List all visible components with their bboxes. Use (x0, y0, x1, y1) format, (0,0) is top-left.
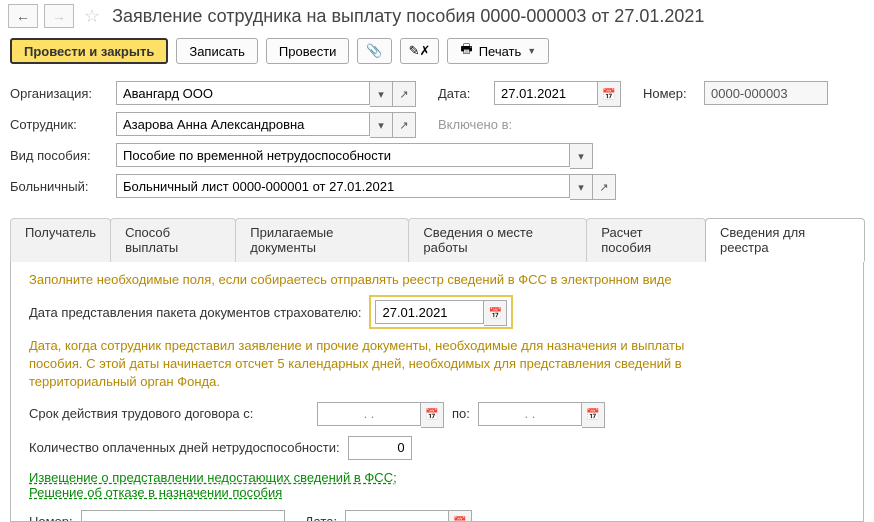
paid-days-input[interactable] (348, 436, 412, 460)
submit-date-highlight: 📅 (369, 295, 513, 329)
sick-leave-input[interactable] (116, 174, 570, 198)
employee-input[interactable] (116, 112, 370, 136)
employee-dropdown-button[interactable]: ▾ (370, 112, 393, 138)
tab-workplace-info[interactable]: Сведения о месте работы (408, 218, 587, 262)
submit-date-label: Дата представления пакета документов стр… (29, 305, 361, 320)
save-button[interactable]: Записать (176, 38, 258, 64)
tab-registry-info[interactable]: Сведения для реестра (705, 218, 865, 262)
org-label: Организация: (10, 86, 110, 101)
date-label: Дата: (438, 86, 488, 101)
forward-button[interactable]: → (44, 4, 74, 28)
period-to-label: по: (452, 406, 470, 421)
date-input[interactable] (494, 81, 598, 105)
number-input (704, 81, 828, 105)
employee-open-button[interactable]: ↗ (393, 112, 416, 138)
paid-days-label: Количество оплаченных дней нетрудоспособ… (29, 440, 340, 455)
attach-button[interactable]: 📎 (357, 38, 391, 64)
period-to-calendar-button[interactable]: 📅 (582, 402, 605, 428)
contract-period-label: Срок действия трудового договора с: (29, 406, 309, 421)
tab-benefit-calc[interactable]: Расчет пособия (586, 218, 706, 262)
contract-period-to-input[interactable] (478, 402, 582, 426)
sick-leave-open-button[interactable]: ↗ (593, 174, 616, 200)
back-button[interactable]: ← (8, 4, 38, 28)
period-from-calendar-button[interactable]: 📅 (421, 402, 444, 428)
page-title: Заявление сотрудника на выплату пособия … (112, 6, 704, 27)
org-dropdown-button[interactable]: ▾ (370, 81, 393, 107)
refusal-link[interactable]: Решение об отказе в назначении пособия (29, 485, 282, 500)
eraser-icon: ✎✗ (409, 43, 431, 59)
notice-number-input[interactable] (81, 510, 285, 522)
submit-date-input[interactable] (375, 300, 484, 324)
contract-period-from-input[interactable] (317, 402, 421, 426)
submit-date-description: Дата, когда сотрудник представил заявлен… (29, 337, 729, 392)
tab-payment-method[interactable]: Способ выплаты (110, 218, 236, 262)
notice-number-label: Номер: (29, 514, 73, 522)
post-button[interactable]: Провести (266, 38, 350, 64)
paperclip-icon: 📎 (366, 43, 382, 59)
sick-leave-label: Больничный: (10, 179, 110, 194)
print-button[interactable]: 🖶Печать▼ (447, 38, 549, 64)
tab-attached-docs[interactable]: Прилагаемые документы (235, 218, 409, 262)
org-open-button[interactable]: ↗ (393, 81, 416, 107)
submit-date-calendar-button[interactable]: 📅 (484, 300, 507, 326)
org-input[interactable] (116, 81, 370, 105)
included-in-label: Включено в: (438, 117, 512, 132)
favorite-star-icon[interactable]: ☆ (84, 6, 100, 27)
number-label: Номер: (643, 86, 698, 101)
chevron-down-icon: ▼ (527, 46, 536, 56)
employee-label: Сотрудник: (10, 117, 110, 132)
notice-date-calendar-button[interactable]: 📅 (449, 510, 472, 522)
tab-recipient[interactable]: Получатель (10, 218, 111, 262)
notice-date-label: Дата: (305, 514, 337, 522)
notice-date-input[interactable] (345, 510, 449, 522)
sick-leave-dropdown-button[interactable]: ▾ (570, 174, 593, 200)
benefit-type-input[interactable] (116, 143, 570, 167)
post-and-close-button[interactable]: Провести и закрыть (10, 38, 168, 64)
clear-button[interactable]: ✎✗ (400, 38, 440, 64)
benefit-type-label: Вид пособия: (10, 148, 110, 163)
notice-link[interactable]: Извещение о представлении недостающих св… (29, 470, 397, 485)
printer-icon: 🖶 (460, 40, 472, 62)
registry-hint: Заполните необходимые поля, если собирае… (29, 272, 845, 287)
date-calendar-button[interactable]: 📅 (598, 81, 621, 107)
benefit-type-dropdown-button[interactable]: ▾ (570, 143, 593, 169)
